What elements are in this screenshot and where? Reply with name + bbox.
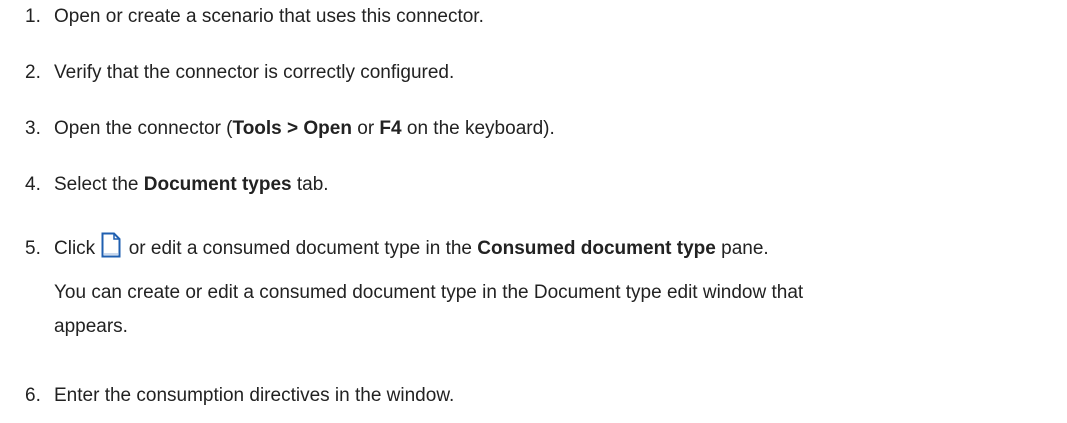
step-number: 5. bbox=[25, 238, 41, 259]
step-text: Open the connector (Tools > Open or F4 o… bbox=[54, 118, 555, 139]
step-text-part: or bbox=[351, 118, 380, 139]
step-1: 1. Open or create a scenario that uses th… bbox=[25, 6, 484, 28]
step-3: 3. Open the connector (Tools > Open or F4… bbox=[25, 118, 555, 140]
step-5: 5. Click or edit a consumed document type… bbox=[25, 232, 769, 260]
step-text-part: Select the bbox=[54, 174, 144, 195]
step-text-part: or edit a consumed document type in the bbox=[123, 238, 478, 259]
step-2: 2. Verify that the connector is correctly… bbox=[25, 62, 454, 84]
shortcut-key-bold: F4 bbox=[379, 118, 402, 139]
menu-path-bold: Tools > Open bbox=[232, 118, 352, 139]
step-text-part: Click bbox=[54, 238, 101, 259]
step-number: 4. bbox=[25, 174, 41, 195]
step-number: 6. bbox=[25, 385, 41, 406]
step-5-note-line-2: appears. bbox=[54, 316, 128, 337]
step-text-part: tab. bbox=[291, 174, 329, 195]
step-5-note-line-1: You can create or edit a consumed docume… bbox=[54, 282, 804, 303]
step-text: Select the Document types tab. bbox=[54, 174, 329, 195]
step-text-part: Open the connector ( bbox=[54, 118, 233, 139]
step-text: Open or create a scenario that uses this… bbox=[54, 6, 484, 27]
step-number: 3. bbox=[25, 118, 41, 139]
step-number: 1. bbox=[25, 6, 41, 27]
step-text-part: pane. bbox=[715, 238, 769, 259]
step-text: Enter the consumption directives in the … bbox=[54, 385, 455, 406]
step-text: Verify that the connector is correctly c… bbox=[54, 62, 455, 83]
pane-name-bold: Consumed document type bbox=[477, 238, 716, 259]
step-4: 4. Select the Document types tab. bbox=[25, 174, 329, 196]
step-6: 6. Enter the consumption directives in th… bbox=[25, 385, 454, 407]
step-number: 2. bbox=[25, 62, 41, 83]
step-text: Click or edit a consumed document type i… bbox=[54, 232, 769, 259]
new-document-icon bbox=[101, 232, 121, 258]
tab-name-bold: Document types bbox=[143, 174, 292, 195]
step-text-part: on the keyboard). bbox=[401, 118, 555, 139]
